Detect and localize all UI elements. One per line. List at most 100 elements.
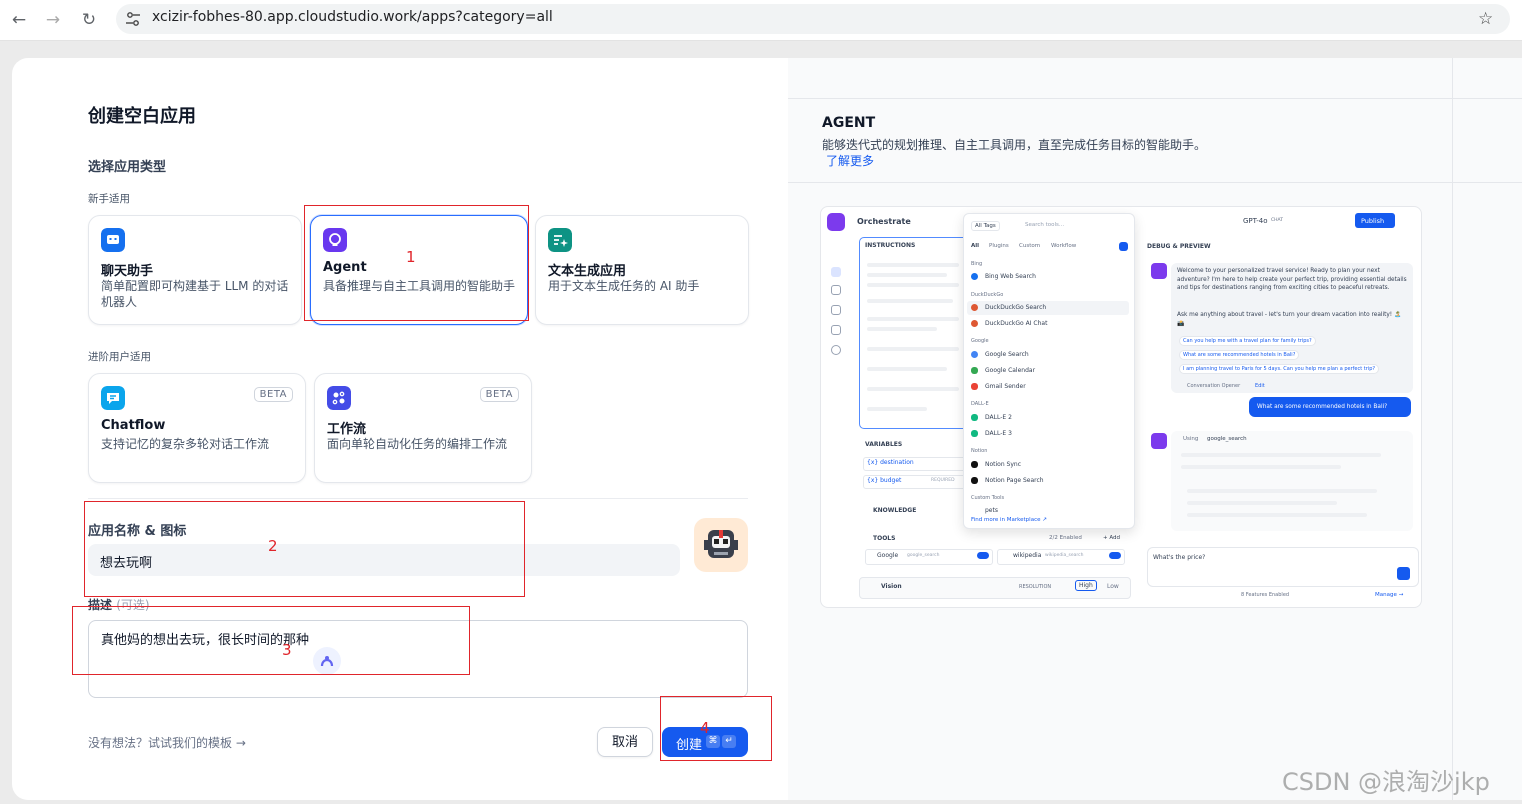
app-type-desc: 用于文本生成任务的 AI 助手 (548, 279, 700, 293)
app-type-desc: 支持记忆的复杂多轮对话工作流 (101, 437, 270, 451)
annotation-number: 1 (406, 248, 416, 266)
csdn-watermark: CSDN @浪淘沙jkp (1282, 768, 1490, 796)
app-type-text-generator[interactable]: 文本生成应用 用于文本生成任务的 AI 助手 (535, 215, 749, 325)
tools-enabled-count: 2/2 Enabled (1049, 535, 1082, 541)
url-text[interactable]: xcizir-fobhes-80.app.cloudstudio.work/ap… (152, 9, 553, 25)
tool-name: Google (877, 552, 899, 559)
welcome-text: Welcome to your personalized travel serv… (1177, 268, 1407, 291)
manage-link: Manage → (1375, 592, 1404, 598)
using-tool-name: google_search (1207, 436, 1247, 442)
annotation-number: 3 (282, 641, 292, 659)
tab-all: All (971, 243, 980, 249)
select-type-label: 选择应用类型 (88, 160, 167, 175)
debug-preview-label: DEBUG & PREVIEW (1147, 243, 1211, 250)
app-type-name: 聊天助手 (101, 264, 154, 279)
chat-input-text: What's the price? (1153, 554, 1206, 561)
learn-more-link[interactable]: 了解更多 (826, 152, 874, 169)
google-calendar-icon (971, 367, 978, 374)
tool-group-label: Custom Tools (971, 495, 1005, 501)
tool-item: Notion Sync (985, 461, 1022, 468)
placeholder-line (867, 367, 947, 371)
add-tool-button: + Add (1103, 535, 1121, 541)
forward-arrow-icon[interactable]: → (40, 7, 66, 33)
placeholder-line (867, 327, 937, 331)
annotation-box-1 (304, 205, 529, 321)
app-type-desc: 面向单轮自动化任务的编排工作流 (327, 437, 508, 451)
suggestion-chip: What are some recommended hotels in Bali… (1179, 350, 1300, 360)
tool-group-label: DALL-E (971, 401, 989, 407)
tool-sub: wikipedia_search (1045, 553, 1084, 558)
app-type-name: 文本生成应用 (548, 264, 627, 279)
toggle-icon (1109, 552, 1121, 559)
notion-icon (971, 461, 978, 468)
welcome-text-2: Ask me anything about travel - let's tur… (1177, 312, 1402, 327)
marketplace-link: Find more in Marketplace ↗ (971, 517, 1047, 523)
tool-item: Bing Web Search (985, 273, 1036, 280)
app-logo-icon (827, 213, 845, 231)
agent-preview-image: Orchestrate INSTRUCTIONS VARIABLES {x} d… (820, 206, 1422, 608)
send-icon (1397, 567, 1410, 580)
placeholder-line (867, 387, 959, 391)
user-message-text: What are some recommended hotels in Bali… (1257, 404, 1388, 410)
grid-line (1452, 58, 1453, 800)
low-option: Low (1107, 583, 1119, 590)
placeholder-line (1181, 453, 1381, 457)
all-tags-filter: All Tags (971, 221, 1000, 231)
rail-icon (831, 325, 841, 335)
site-settings-icon[interactable] (124, 10, 142, 28)
edit-link: Edit (1255, 383, 1265, 389)
toggle-icon (977, 552, 989, 559)
placeholder-line (1187, 489, 1377, 493)
bookmark-star-icon[interactable]: ☆ (1478, 9, 1493, 29)
duckduckgo-icon (971, 304, 978, 311)
preview-desc: 能够迭代式的规划推理、自主工具调用，直至完成任务目标的智能助手。 (822, 138, 1207, 152)
placeholder-line (1181, 465, 1341, 469)
google-icon (971, 351, 978, 358)
try-templates-link[interactable]: 没有想法？试试我们的模板 → (88, 734, 246, 751)
gmail-icon (971, 383, 978, 390)
variable-name: {x} destination (867, 459, 914, 466)
placeholder-line (867, 299, 953, 303)
cancel-button[interactable]: 取消 (597, 727, 653, 757)
chatflow-icon (101, 386, 125, 410)
tool-item: DALL-E 3 (985, 430, 1012, 437)
reload-icon[interactable]: ↻ (76, 7, 102, 33)
tool-item: Gmail Sender (985, 383, 1026, 390)
rail-icon (831, 345, 841, 355)
rail-icon (831, 267, 841, 277)
high-option: High (1075, 580, 1097, 591)
placeholder-line (1187, 501, 1337, 505)
annotation-number: 2 (268, 537, 278, 555)
app-type-chatflow[interactable]: BETA Chatflow 支持记忆的复杂多轮对话工作流 (88, 373, 306, 483)
placeholder-line (867, 407, 927, 411)
app-type-name: 工作流 (327, 422, 367, 437)
dalle-icon (971, 414, 978, 421)
tool-group-label: Bing (971, 261, 983, 267)
dalle-icon (971, 430, 978, 437)
dialog-title: 创建空白应用 (88, 106, 196, 127)
vision-label: Vision (881, 583, 902, 590)
advanced-label: 进阶用户适用 (88, 351, 151, 363)
required-tag: REQUIRED (931, 478, 955, 483)
app-type-chatbot[interactable]: 聊天助手 简单配置即可构建基于 LLM 的对话机器人 (88, 215, 302, 325)
robot-avatar-icon (704, 530, 738, 558)
beta-badge: BETA (479, 387, 519, 402)
placeholder-line (867, 263, 959, 267)
model-name: GPT-4o (1243, 217, 1268, 225)
tool-search: Search tools... (1025, 222, 1065, 228)
tools-label: TOOLS (873, 535, 896, 542)
add-icon (1119, 242, 1128, 251)
grid-line (788, 182, 1522, 183)
rail-icon (831, 305, 841, 315)
placeholder-line (1187, 513, 1367, 517)
tool-item: DALL-E 2 (985, 414, 1012, 421)
app-type-workflow[interactable]: BETA 工作流 面向单轮自动化任务的编排工作流 (314, 373, 532, 483)
back-arrow-icon[interactable]: ← (6, 7, 32, 33)
placeholder-line (867, 273, 947, 277)
tool-item: DuckDuckGo AI Chat (985, 320, 1048, 327)
beginner-label: 新手适用 (88, 193, 130, 205)
app-icon-picker[interactable] (694, 518, 748, 572)
variables-label: VARIABLES (865, 441, 903, 448)
orchestrate-title: Orchestrate (857, 217, 911, 226)
placeholder-line (867, 347, 959, 351)
